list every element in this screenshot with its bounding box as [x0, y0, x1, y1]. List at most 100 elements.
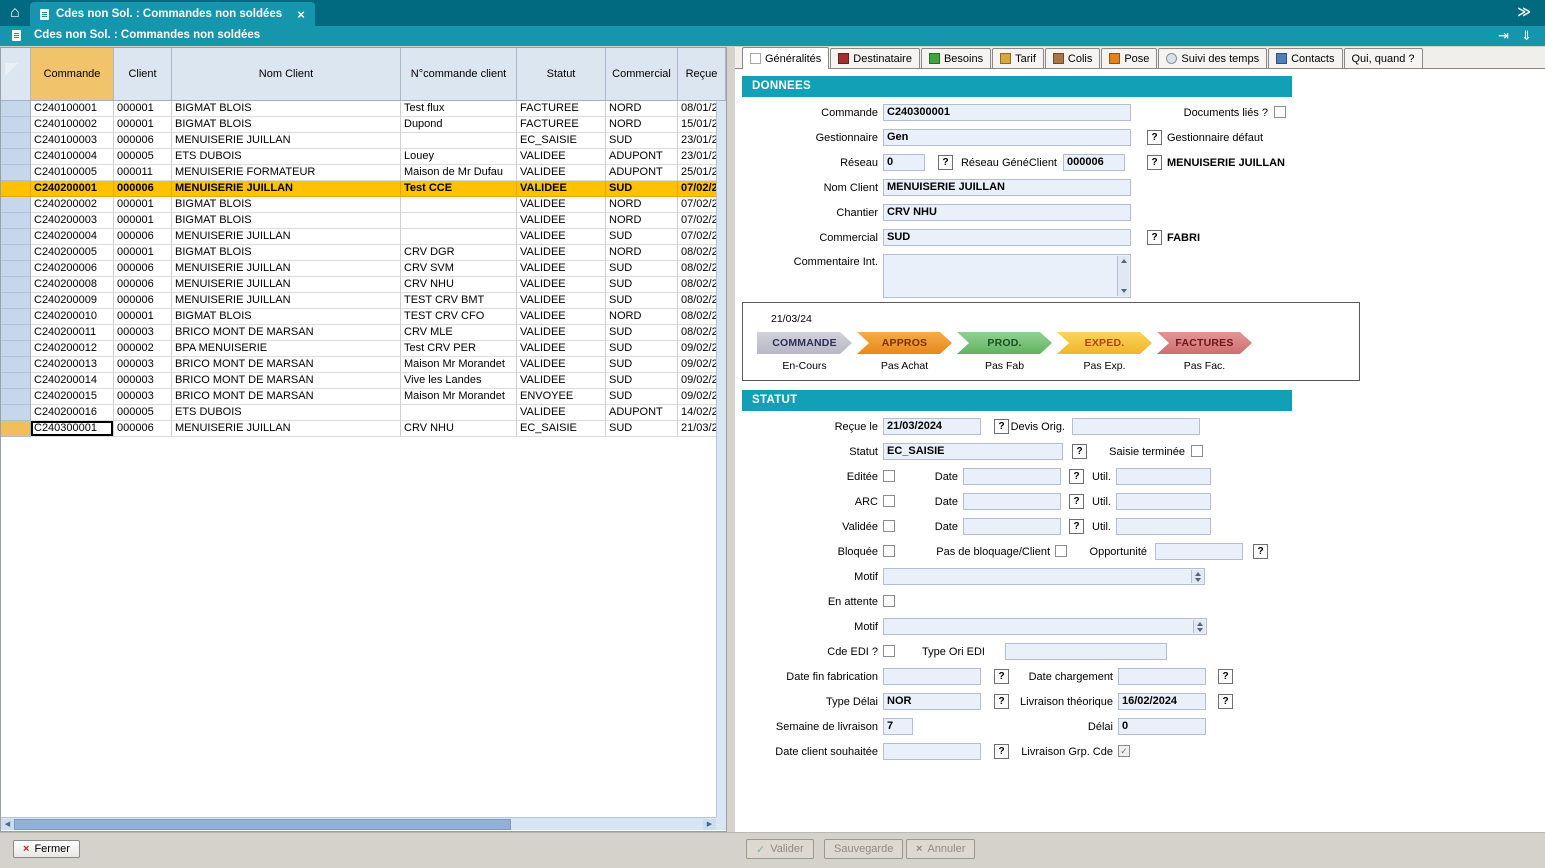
table-cell[interactable]: C240100003: [31, 133, 114, 149]
commande-field[interactable]: C240300001: [883, 104, 1131, 121]
valider-button[interactable]: ✓ Valider: [746, 839, 814, 859]
help-button[interactable]: ?: [1218, 694, 1233, 709]
row-marker-cell[interactable]: [1, 245, 31, 261]
tab-close-icon[interactable]: ×: [297, 7, 305, 22]
table-cell[interactable]: SUD: [606, 293, 678, 309]
table-cell[interactable]: BRICO MONT DE MARSAN: [172, 373, 401, 389]
table-cell[interactable]: C240200001: [31, 181, 114, 197]
table-row[interactable]: C240200002000001BIGMAT BLOISVALIDEENORD0…: [1, 197, 716, 213]
column-header[interactable]: Client: [114, 48, 172, 100]
table-cell[interactable]: Dupond: [401, 117, 517, 133]
table-cell[interactable]: MENUISERIE JUILLAN: [172, 133, 401, 149]
row-marker-cell[interactable]: [1, 213, 31, 229]
devis-orig-field[interactable]: [1072, 418, 1200, 435]
table-cell[interactable]: VALIDEE: [517, 277, 606, 293]
table-row[interactable]: C240200012000002BPA MENUISERIETest CRV P…: [1, 341, 716, 357]
table-cell[interactable]: EC_SAISIE: [517, 133, 606, 149]
table-cell[interactable]: FACTUREE: [517, 117, 606, 133]
table-cell[interactable]: 000001: [114, 101, 172, 117]
tab-besoins[interactable]: Besoins: [921, 48, 991, 68]
table-cell[interactable]: ADUPONT: [606, 165, 678, 181]
table-cell[interactable]: ADUPONT: [606, 405, 678, 421]
table-cell[interactable]: MENUISERIE JUILLAN: [172, 293, 401, 309]
bloquee-checkbox[interactable]: [883, 545, 895, 557]
table-cell[interactable]: 08/02/2024: [678, 245, 716, 261]
table-cell[interactable]: [401, 213, 517, 229]
table-cell[interactable]: BRICO MONT DE MARSAN: [172, 389, 401, 405]
table-cell[interactable]: C240200016: [31, 405, 114, 421]
table-cell[interactable]: BIGMAT BLOIS: [172, 245, 401, 261]
table-cell[interactable]: 000005: [114, 149, 172, 165]
table-cell[interactable]: VALIDEE: [517, 261, 606, 277]
field-scrollbar[interactable]: [1117, 256, 1129, 296]
table-cell[interactable]: VALIDEE: [517, 309, 606, 325]
table-cell[interactable]: 07/02/2024: [678, 229, 716, 245]
table-row[interactable]: C240200008000006MENUISERIE JUILLANCRV NH…: [1, 277, 716, 293]
cde-edi-checkbox[interactable]: [883, 645, 895, 657]
row-marker-cell[interactable]: [1, 133, 31, 149]
table-cell[interactable]: 000006: [114, 229, 172, 245]
download-icon[interactable]: ⇓: [1521, 28, 1532, 44]
row-marker-cell[interactable]: [1, 149, 31, 165]
validee-util-field[interactable]: [1116, 518, 1211, 535]
table-cell[interactable]: 000001: [114, 197, 172, 213]
column-header[interactable]: Commercial: [606, 48, 678, 100]
table-cell[interactable]: FACTUREE: [517, 101, 606, 117]
table-cell[interactable]: NORD: [606, 245, 678, 261]
table-cell[interactable]: 15/01/2024: [678, 117, 716, 133]
tab-colis[interactable]: Colis: [1045, 48, 1100, 68]
table-row[interactable]: C240200010000001BIGMAT BLOISTEST CRV CFO…: [1, 309, 716, 325]
table-cell[interactable]: [401, 133, 517, 149]
table-cell[interactable]: VALIDEE: [517, 181, 606, 197]
table-cell[interactable]: C240200005: [31, 245, 114, 261]
table-cell[interactable]: CRV NHU: [401, 277, 517, 293]
table-cell[interactable]: MENUISERIE JUILLAN: [172, 277, 401, 293]
table-cell[interactable]: 000003: [114, 325, 172, 341]
table-cell[interactable]: 000006: [114, 181, 172, 197]
row-marker-cell[interactable]: [1, 341, 31, 357]
row-marker-cell[interactable]: [1, 101, 31, 117]
table-row[interactable]: C240200006000006MENUISERIE JUILLANCRV SV…: [1, 261, 716, 277]
row-marker-cell[interactable]: [1, 309, 31, 325]
table-cell[interactable]: 07/02/2024: [678, 197, 716, 213]
row-marker-cell[interactable]: [1, 293, 31, 309]
table-cell[interactable]: NORD: [606, 309, 678, 325]
table-cell[interactable]: ADUPONT: [606, 149, 678, 165]
table-cell[interactable]: SUD: [606, 373, 678, 389]
table-cell[interactable]: VALIDEE: [517, 325, 606, 341]
table-row[interactable]: C240200004000006MENUISERIE JUILLANVALIDE…: [1, 229, 716, 245]
editee-date-field[interactable]: [963, 468, 1061, 485]
window-tab[interactable]: Cdes non Sol. : Commandes non soldées ×: [30, 2, 315, 26]
semaine-livraison-field[interactable]: 7: [883, 718, 913, 735]
row-marker-cell[interactable]: [1, 261, 31, 277]
table-cell[interactable]: 000006: [114, 293, 172, 309]
table-cell[interactable]: 07/02/2024: [678, 213, 716, 229]
table-cell[interactable]: SUD: [606, 261, 678, 277]
table-cell[interactable]: MENUISERIE JUILLAN: [172, 261, 401, 277]
en-attente-checkbox[interactable]: [883, 595, 895, 607]
table-cell[interactable]: Maison Mr Morandet: [401, 389, 517, 405]
table-cell[interactable]: 000002: [114, 341, 172, 357]
row-marker-cell[interactable]: [1, 421, 31, 437]
table-cell[interactable]: SUD: [606, 421, 678, 437]
saisie-terminee-checkbox[interactable]: [1191, 445, 1203, 457]
table-cell[interactable]: BIGMAT BLOIS: [172, 309, 401, 325]
table-cell[interactable]: C240100001: [31, 101, 114, 117]
table-cell[interactable]: ETS DUBOIS: [172, 405, 401, 421]
table-cell[interactable]: BIGMAT BLOIS: [172, 117, 401, 133]
nom-client-field[interactable]: MENUISERIE JUILLAN: [883, 179, 1131, 196]
motif-dropdown[interactable]: [883, 568, 1205, 585]
table-cell[interactable]: 08/02/2024: [678, 261, 716, 277]
table-cell[interactable]: MENUISERIE JUILLAN: [172, 181, 401, 197]
table-row[interactable]: C240200016000005ETS DUBOISVALIDEEADUPONT…: [1, 405, 716, 421]
table-cell[interactable]: VALIDEE: [517, 197, 606, 213]
table-cell[interactable]: [401, 229, 517, 245]
arc-checkbox[interactable]: [883, 495, 895, 507]
table-cell[interactable]: C240200015: [31, 389, 114, 405]
fermer-button[interactable]: × Fermer: [13, 840, 80, 858]
editee-util-field[interactable]: [1116, 468, 1211, 485]
table-cell[interactable]: MENUISERIE JUILLAN: [172, 421, 401, 437]
table-row[interactable]: C240100002000001BIGMAT BLOISDupondFACTUR…: [1, 117, 716, 133]
table-cell[interactable]: CRV SVM: [401, 261, 517, 277]
table-row[interactable]: C240200014000003BRICO MONT DE MARSANVive…: [1, 373, 716, 389]
